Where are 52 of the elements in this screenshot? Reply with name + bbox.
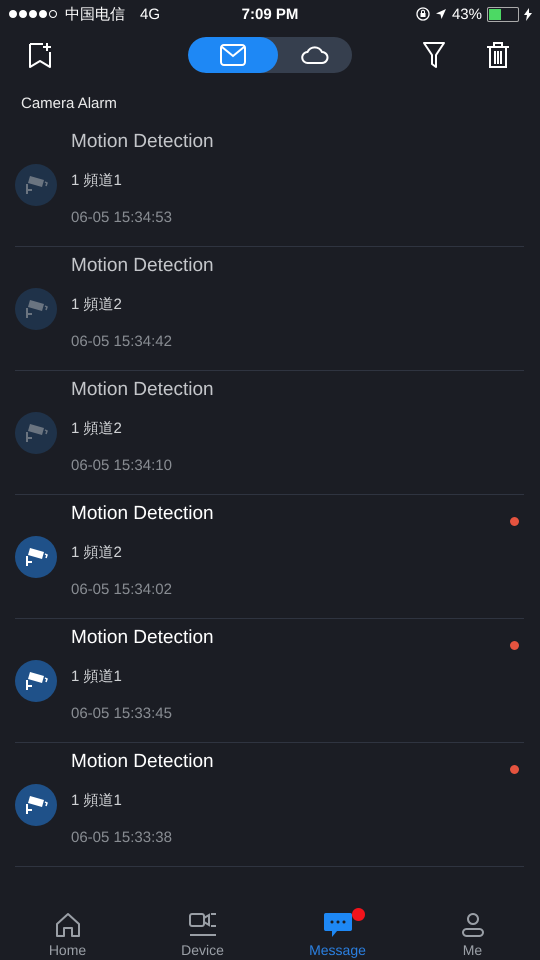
status-time: 7:09 PM <box>242 6 298 22</box>
message-time: 06-05 15:34:42 <box>71 333 173 350</box>
message-item[interactable]: Motion Detection 1 頻道2 06-05 15:34:02 <box>15 495 524 619</box>
bookmark-add-icon[interactable] <box>26 41 54 69</box>
network-type: 4G <box>140 6 160 22</box>
message-item[interactable]: Motion Detection 1 頻道2 06-05 15:34:10 <box>15 371 524 495</box>
tab-home[interactable]: Home <box>0 896 135 960</box>
trash-icon[interactable] <box>486 41 510 69</box>
message-time: 06-05 15:34:10 <box>71 457 173 474</box>
rotation-lock-icon <box>416 7 430 21</box>
message-channel: 1 頻道2 <box>71 543 123 562</box>
carrier-name: 中国电信 <box>65 4 125 24</box>
inbox-tab[interactable] <box>188 37 278 73</box>
unread-dot <box>510 765 519 774</box>
message-item[interactable]: Motion Detection 1 頻道2 06-05 15:34:42 <box>15 247 524 371</box>
message-channel: 1 頻道1 <box>71 171 123 190</box>
battery-icon <box>487 6 519 22</box>
camera-icon <box>188 912 218 938</box>
message-title: Motion Detection <box>71 255 214 277</box>
message-time: 06-05 15:34:02 <box>71 581 173 598</box>
battery-percent: 43% <box>452 6 482 22</box>
unread-dot <box>510 641 519 650</box>
message-time: 06-05 15:33:38 <box>71 829 173 846</box>
message-item[interactable]: Motion Detection 1 頻道1 06-05 15:34:53 <box>15 123 524 247</box>
message-channel: 1 頻道2 <box>71 295 123 314</box>
notification-badge <box>352 908 364 921</box>
tab-device[interactable]: Device <box>135 896 270 960</box>
tab-message[interactable]: Message <box>270 896 405 960</box>
location-icon <box>434 8 447 20</box>
message-channel: 1 頻道1 <box>71 791 123 810</box>
message-title: Motion Detection <box>71 131 214 153</box>
charging-icon <box>524 8 532 20</box>
message-item[interactable]: Motion Detection 1 頻道1 06-05 15:33:45 <box>15 619 524 743</box>
message-channel: 1 頻道1 <box>71 667 123 686</box>
cloud-icon <box>301 46 329 64</box>
message-channel: 1 頻道2 <box>71 419 123 438</box>
home-icon <box>54 912 82 938</box>
message-title: Motion Detection <box>71 503 214 525</box>
section-title: Camera Alarm <box>20 94 118 114</box>
message-time: 06-05 15:33:45 <box>71 705 173 722</box>
unread-dot <box>510 517 519 526</box>
message-title: Motion Detection <box>71 379 214 401</box>
filter-icon[interactable] <box>422 41 446 69</box>
signal-icon <box>8 9 60 19</box>
message-time: 06-05 15:34:53 <box>71 209 173 226</box>
message-item[interactable]: Motion Detection 1 頻道1 06-05 15:33:38 <box>15 743 524 867</box>
tab-me[interactable]: Me <box>405 896 540 960</box>
message-title: Motion Detection <box>71 751 214 773</box>
chat-icon <box>322 911 352 939</box>
mail-icon <box>220 44 246 66</box>
person-icon <box>460 912 486 938</box>
message-title: Motion Detection <box>71 627 214 649</box>
